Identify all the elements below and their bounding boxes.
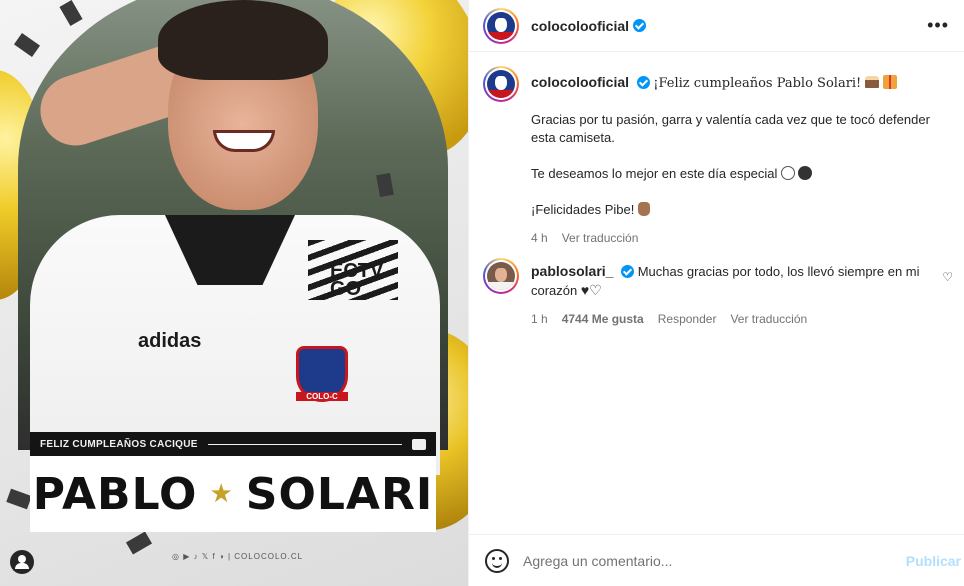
more-options-icon[interactable]: •••	[927, 16, 949, 34]
heart-outline-icon[interactable]: ♡	[942, 270, 953, 284]
comment-likes[interactable]: 4744 Me gusta	[562, 310, 644, 328]
caption-see-translation[interactable]: Ver traducción	[562, 229, 639, 247]
jersey-sponsor: ECTV GO	[330, 260, 384, 300]
banner-kicker-bar: FELIZ CUMPLEAÑOS CACIQUE	[30, 432, 436, 456]
caption-paragraph-3-row: ¡Felicidades Pibe!	[531, 201, 931, 219]
social-handles-footer: ◎ ▶ ♪ 𝕏 f ◑ | COLOCOLO.CL	[172, 552, 304, 561]
caption-title: ¡Feliz cumpleaños Pablo Solari!	[653, 76, 862, 91]
banner-first-name: PABLO	[32, 468, 198, 520]
comment-time[interactable]: 1 h	[531, 310, 548, 328]
caption-username[interactable]: colocolooficial	[531, 74, 629, 90]
post-details-panel: colocolooficial ••• colocolooficial ¡Fel…	[468, 0, 964, 586]
comment-reply-button[interactable]: Responder	[658, 310, 717, 328]
post-image[interactable]: ECTV GO adidas COLO-C FELIZ CUMPLEAÑOS C…	[0, 0, 468, 586]
star-icon: ★	[209, 479, 234, 509]
verified-badge-icon	[633, 19, 647, 32]
verified-badge-icon	[636, 76, 650, 89]
account-avatar[interactable]	[483, 7, 519, 44]
verified-badge-icon	[621, 265, 635, 278]
comment-see-translation[interactable]: Ver traducción	[730, 310, 807, 328]
gift-emoji-icon	[882, 75, 897, 89]
publish-button[interactable]: Publicar	[906, 553, 961, 569]
caption-paragraph-2: Te deseamos lo mejor en este día especia…	[531, 166, 778, 181]
white-circle-emoji-icon	[781, 166, 796, 180]
confetti-icon	[125, 531, 153, 555]
caption-meta: 4 h Ver traducción	[531, 229, 931, 247]
caption-time[interactable]: 4 h	[531, 229, 548, 247]
header-username[interactable]: colocolooficial	[531, 18, 629, 34]
caption: colocolooficial ¡Feliz cumpleaños Pablo …	[483, 66, 953, 247]
banner-divider	[207, 443, 402, 445]
jersey-brand: adidas	[138, 330, 202, 352]
hand-emoji-icon	[637, 202, 650, 216]
comment-meta: 1 h 4744 Me gusta Responder Ver traducci…	[531, 310, 926, 328]
comment: pablosolari_ Muchas gracias por todo, lo…	[483, 258, 953, 328]
black-circle-emoji-icon	[798, 166, 813, 180]
post-header: colocolooficial •••	[469, 0, 964, 52]
caption-paragraph-1: Gracias por tu pasión, garra y valentía …	[531, 112, 930, 145]
confetti-icon	[6, 488, 32, 510]
club-crest-label: COLO-C	[296, 392, 348, 401]
confetti-icon	[59, 0, 83, 27]
chat-bubble-icon	[412, 438, 426, 450]
comment-avatar[interactable]	[483, 258, 519, 294]
player-hair	[158, 0, 328, 80]
white-heart-emoji-icon: ♡	[589, 282, 602, 298]
comment-username[interactable]: pablosolari_	[531, 263, 613, 279]
emoji-picker-icon[interactable]	[485, 548, 509, 573]
user-tag-icon[interactable]	[10, 550, 34, 574]
comment-input[interactable]	[523, 552, 906, 569]
caption-avatar[interactable]	[483, 66, 519, 102]
caption-paragraph-2-row: Te deseamos lo mejor en este día especia…	[531, 165, 931, 183]
confetti-icon	[13, 32, 41, 58]
cake-emoji-icon	[864, 76, 879, 88]
banner-kicker: FELIZ CUMPLEAÑOS CACIQUE	[40, 438, 198, 450]
caption-paragraph-3: ¡Felicidades Pibe!	[531, 202, 635, 217]
black-heart-emoji-icon: ♥	[580, 282, 590, 298]
comment-composer: Publicar	[469, 534, 964, 586]
banner-player-name: PABLO ★ SOLARI	[30, 456, 436, 532]
banner-last-name: SOLARI	[245, 468, 434, 520]
